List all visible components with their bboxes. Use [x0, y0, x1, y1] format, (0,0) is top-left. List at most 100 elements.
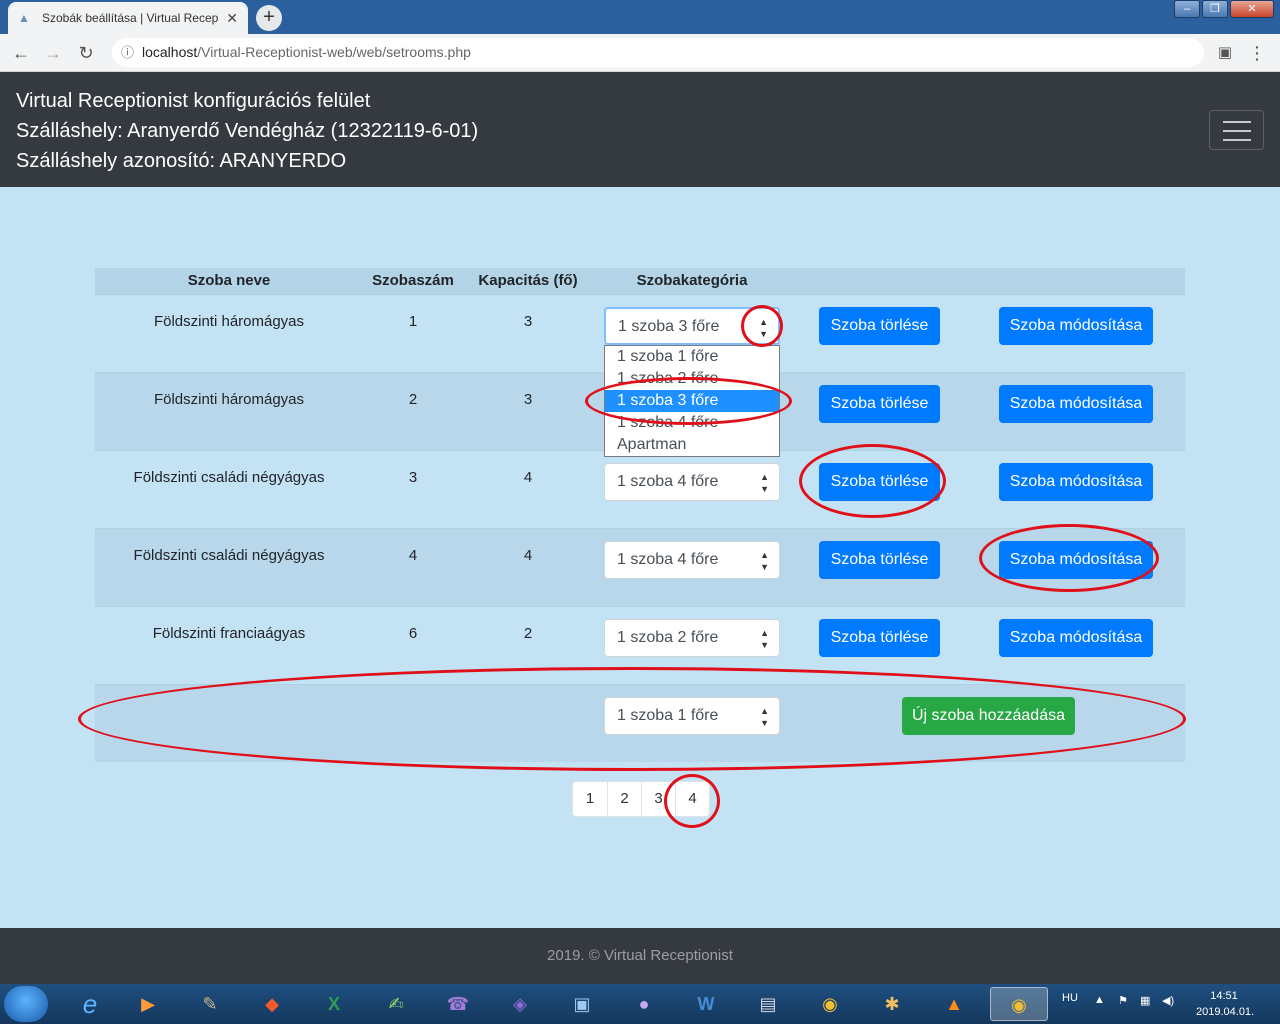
start-button-icon[interactable] [4, 986, 48, 1022]
delete-room-button[interactable]: Szoba törlése [819, 307, 940, 345]
virtualbox-icon[interactable]: ▣ [554, 987, 610, 1021]
category-select[interactable]: 1 szoba 2 főre ▲ ▼ [604, 619, 780, 657]
annotation-ellipse-delete [799, 444, 946, 518]
git-icon[interactable]: ◆ [244, 987, 300, 1021]
browser-menu-icon[interactable]: ⋮ [1244, 40, 1270, 66]
hamburger-icon [1223, 121, 1251, 123]
modify-room-button[interactable]: Szoba módosítása [999, 463, 1153, 501]
address-bar[interactable]: ⓘ localhost/Virtual-Receptionist-web/web… [112, 38, 1204, 67]
room-capacity: 2 [523, 625, 533, 642]
room-name: Földszinti háromágyas [153, 313, 305, 330]
viber-icon[interactable]: ☎ [430, 987, 486, 1021]
navbar-brand[interactable]: Virtual Receptionist konfigurációs felül… [16, 86, 478, 176]
room-number: 4 [408, 547, 418, 564]
accommodation-name: Szálláshely: Aranyerdő Vendégház (123221… [16, 120, 479, 142]
modify-room-button[interactable]: Szoba módosítása [999, 385, 1153, 423]
annotation-ellipse-select-arrow [741, 305, 783, 347]
maximize-icon[interactable]: ❐ [1202, 0, 1228, 18]
minimize-icon[interactable]: – [1174, 0, 1200, 18]
vlc-icon[interactable]: ▲ [926, 987, 982, 1021]
delete-room-button[interactable]: Szoba törlése [819, 541, 940, 579]
volume-icon[interactable]: ◀) [1162, 994, 1174, 1007]
annotation-ellipse-new-row [78, 667, 1186, 771]
annotation-ellipse-selected-option [585, 377, 792, 425]
browser-titlebar: ▲ Szobák beállítása | Virtual Recept ✕ +… [0, 0, 1280, 34]
header-room-number: Szobaszám [372, 272, 454, 289]
window-close-icon[interactable]: ✕ [1230, 0, 1274, 18]
room-capacity: 3 [523, 391, 533, 408]
annotation-ellipse-page-4 [664, 774, 720, 828]
room-capacity: 4 [523, 469, 533, 486]
clock-date: 2019.04.01. [1196, 1006, 1255, 1018]
room-number: 2 [408, 391, 418, 408]
tab-title: Szobák beállítása | Virtual Recept [42, 11, 219, 25]
app-title: Virtual Receptionist konfigurációs felül… [16, 90, 371, 112]
excel-icon[interactable]: X [306, 987, 362, 1021]
clock-time: 14:51 [1210, 990, 1238, 1002]
delete-room-button[interactable]: Szoba törlése [819, 619, 940, 657]
profile-icon[interactable]: ▣ [1212, 40, 1238, 66]
table-header: Szoba neve Szobaszám Kapacitás (fő) Szob… [95, 268, 1185, 294]
header-capacity: Kapacitás (fő) [478, 272, 578, 289]
header-category: Szobakategória [636, 272, 748, 289]
page-footer: 2019. © Virtual Receptionist [0, 928, 1280, 984]
app-navbar: Virtual Receptionist konfigurációs felül… [0, 72, 1280, 187]
header-room-name: Szoba neve [187, 272, 271, 289]
annotation-ellipse-modify [979, 524, 1159, 592]
tab-close-icon[interactable]: ✕ [226, 10, 238, 27]
reload-icon[interactable]: ↻ [73, 40, 99, 66]
browser-tab[interactable]: ▲ Szobák beállítása | Virtual Recept ✕ [8, 2, 248, 34]
category-select[interactable]: 1 szoba 4 főre ▲ ▼ [604, 541, 780, 579]
show-hidden-icons-icon[interactable]: ▲ [1094, 994, 1105, 1006]
navbar-toggler-button[interactable] [1209, 110, 1264, 150]
window-controls: – ❐ ✕ [1172, 0, 1274, 18]
room-number: 1 [408, 313, 418, 330]
room-name: Földszinti háromágyas [153, 391, 305, 408]
modify-room-button[interactable]: Szoba módosítása [999, 307, 1153, 345]
select-arrows-icon: ▲ ▼ [760, 550, 769, 572]
dropdown-option[interactable]: Apartman [605, 434, 779, 456]
action-center-icon[interactable]: ⚑ [1118, 994, 1128, 1007]
accommodation-id: Szálláshely azonosító: ARANYERDO [16, 150, 347, 172]
delete-room-button[interactable]: Szoba törlése [819, 385, 940, 423]
github-desktop-icon[interactable]: ● [616, 987, 672, 1021]
site-info-icon[interactable]: ⓘ [121, 38, 134, 67]
forward-arrow-icon[interactable]: → [40, 40, 66, 66]
system-clock[interactable]: 14:51 2019.04.01. [1196, 988, 1255, 1020]
notepad-plus-icon[interactable]: ✍ [368, 987, 424, 1021]
modify-room-button[interactable]: Szoba módosítása [999, 619, 1153, 657]
browser-toolbar: ← → ↻ ⓘ localhost/Virtual-Receptionist-w… [0, 34, 1280, 72]
room-name: Földszinti családi négyágyas [133, 469, 325, 486]
page-link-1[interactable]: 1 [573, 782, 607, 816]
windows-taskbar: e ▶ ✎ ◆ X ✍ ☎ ◈ ▣ ● W ▤ ◉ ✱ ▲ ◉ HU ▲ ⚑ ▦… [0, 984, 1280, 1024]
media-player-icon[interactable]: ▶ [120, 987, 176, 1021]
gimp-icon[interactable]: ✎ [182, 987, 238, 1021]
page-link-2[interactable]: 2 [607, 782, 641, 816]
category-select[interactable]: 1 szoba 4 főre ▲ ▼ [604, 463, 780, 501]
chrome-active-icon[interactable]: ◉ [990, 987, 1048, 1021]
save-icon[interactable]: ▤ [740, 987, 796, 1021]
room-name: Földszinti családi négyágyas [133, 547, 325, 564]
network-icon[interactable]: ▦ [1140, 994, 1150, 1007]
select-arrows-icon: ▲ ▼ [760, 472, 769, 494]
language-indicator[interactable]: HU [1062, 992, 1078, 1004]
new-tab-button[interactable]: + [256, 5, 282, 31]
chrome-icon[interactable]: ◉ [802, 987, 858, 1021]
category-select-value: 1 szoba 4 főre [617, 551, 719, 568]
word-icon[interactable]: W [678, 987, 734, 1021]
select-arrows-icon: ▲ ▼ [760, 628, 769, 650]
room-capacity: 3 [523, 313, 533, 330]
room-capacity: 4 [523, 547, 533, 564]
back-arrow-icon[interactable]: ← [8, 40, 34, 66]
category-select-value: 1 szoba 2 főre [617, 629, 719, 646]
visual-studio-icon[interactable]: ◈ [492, 987, 548, 1021]
page-favicon-icon: ▲ [18, 11, 30, 25]
category-select-value: 1 szoba 3 főre [618, 318, 720, 335]
url-host: localhost [142, 44, 198, 60]
internet-explorer-icon[interactable]: e [62, 987, 118, 1021]
table-row: Földszinti családi négyágyas 3 4 1 szoba… [95, 450, 1185, 528]
paint-icon[interactable]: ✱ [864, 987, 920, 1021]
dropdown-option[interactable]: 1 szoba 1 főre [605, 346, 779, 368]
room-name: Földszinti franciaágyas [152, 625, 306, 642]
url-path: /Virtual-Receptionist-web/web/setrooms.p… [197, 44, 471, 60]
